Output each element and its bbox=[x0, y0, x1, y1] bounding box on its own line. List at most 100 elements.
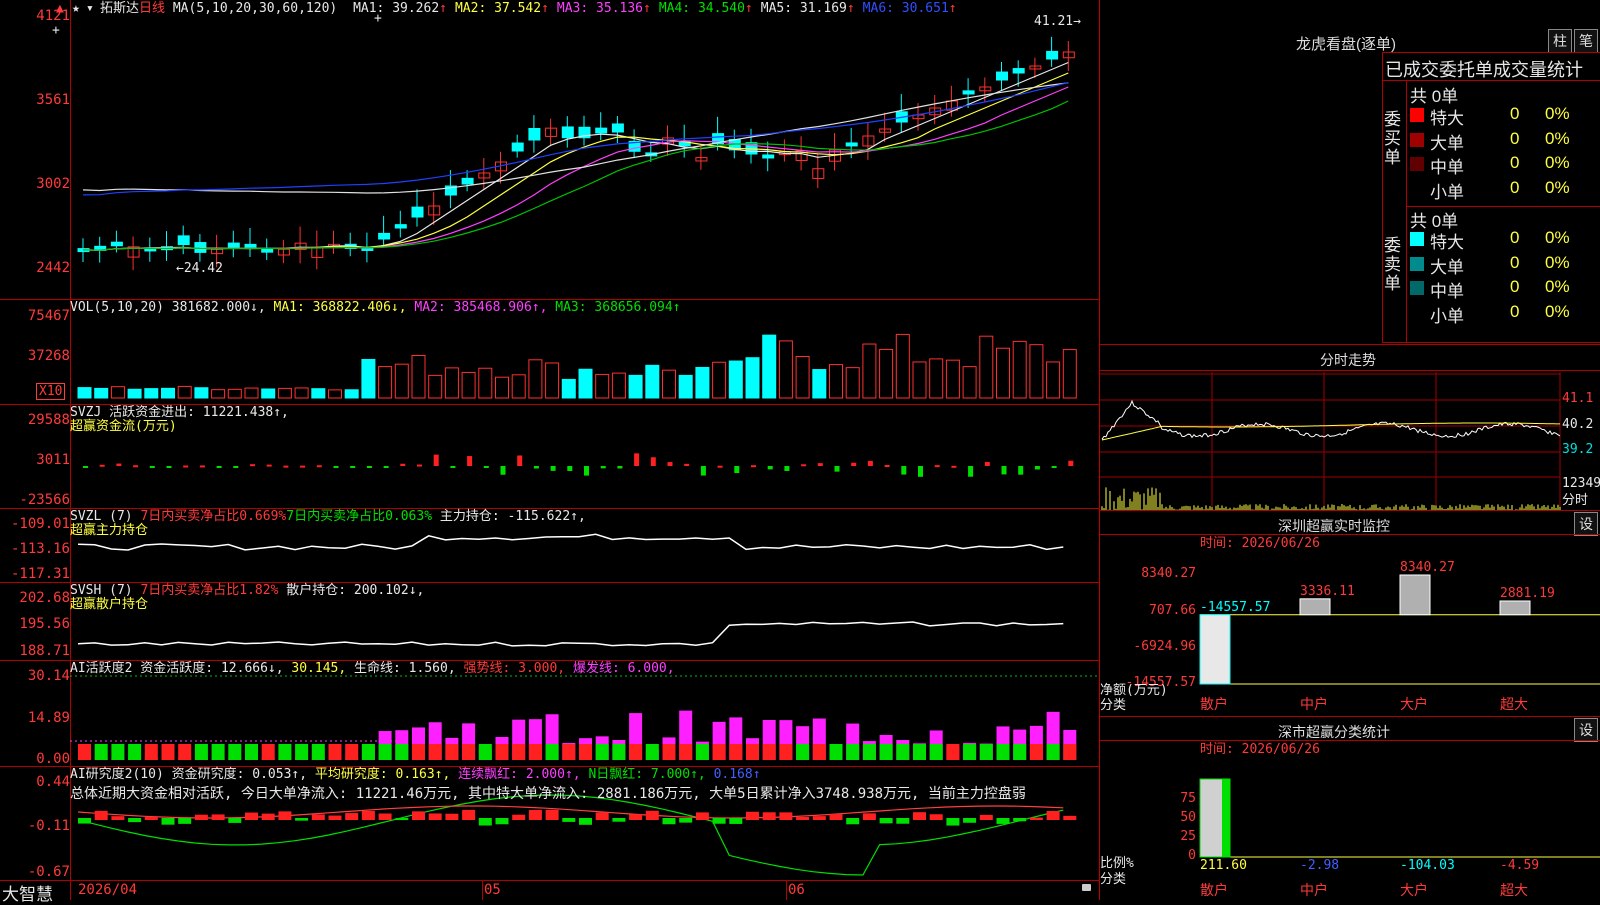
activity-base bbox=[946, 744, 960, 760]
volume-bar bbox=[528, 359, 543, 399]
volume-bar bbox=[895, 333, 910, 399]
flow-bar bbox=[417, 464, 422, 467]
research-bar bbox=[629, 814, 643, 820]
volume-bar bbox=[244, 387, 259, 399]
flow-bar bbox=[333, 466, 339, 468]
activity-base bbox=[245, 744, 258, 760]
flow-bar bbox=[650, 457, 656, 466]
candle-body bbox=[110, 241, 123, 247]
research-bar bbox=[996, 818, 1010, 824]
classify-bar-accent bbox=[1222, 779, 1230, 857]
lock-icon[interactable] bbox=[1082, 884, 1091, 891]
classify-category: 超大 bbox=[1500, 883, 1528, 899]
volume-bar bbox=[929, 358, 944, 399]
svsh-sub: 超赢散户持仓 bbox=[70, 597, 149, 612]
ai2-v3: 连续飘红: 2.000↑, bbox=[458, 767, 581, 782]
ai1-v3: 生命线: 1.560, bbox=[354, 661, 456, 676]
flow-bar bbox=[400, 463, 406, 466]
research-line bbox=[77, 794, 1064, 876]
ai2-axis-label: -0.11 bbox=[27, 818, 70, 834]
date-start: 2026/04 bbox=[78, 882, 138, 898]
research-bar bbox=[879, 818, 893, 824]
flow-bar bbox=[767, 466, 773, 470]
classify-category: 中户 bbox=[1300, 883, 1328, 899]
svzl-axis-label: -117.31 bbox=[10, 566, 70, 582]
flow-bar bbox=[483, 466, 489, 468]
ai1-v2: 30.145, bbox=[291, 661, 347, 676]
brand-logo[interactable]: 大智慧 bbox=[2, 880, 53, 905]
flow-bar bbox=[216, 466, 222, 468]
flow-bar bbox=[166, 466, 172, 468]
volume-bar bbox=[862, 343, 877, 399]
research-bar bbox=[762, 812, 776, 820]
star-icon[interactable]: ★ bbox=[72, 2, 80, 16]
ai1-axis-label: 14.89 bbox=[27, 710, 70, 726]
flow-bar bbox=[584, 466, 589, 476]
activity-base bbox=[328, 744, 342, 760]
research-bar bbox=[946, 818, 960, 826]
activity-base bbox=[478, 744, 492, 760]
flow-bar bbox=[250, 464, 255, 467]
volume-bar bbox=[1046, 361, 1061, 399]
activity-base bbox=[712, 744, 726, 760]
chart-area[interactable]: ▲ ★ ▾ 拓斯达日线 MA(5,10,20,30,60,120) MA1: 3… bbox=[0, 0, 1100, 904]
flow-bar bbox=[867, 460, 873, 466]
activity-base bbox=[562, 744, 576, 760]
research-bar bbox=[328, 815, 342, 820]
volume-bar bbox=[695, 366, 710, 399]
flow-bar bbox=[500, 466, 506, 475]
svzl-t3: 主力持仓: -115.622↑, bbox=[439, 509, 586, 524]
research-bar bbox=[595, 812, 609, 820]
flow-bar bbox=[316, 465, 322, 468]
research-bar bbox=[94, 810, 108, 820]
flow-bar bbox=[266, 464, 272, 467]
ai1-v5: 爆发线: 6.000, bbox=[572, 661, 675, 676]
activity-base bbox=[829, 744, 843, 760]
activity-base bbox=[963, 744, 977, 760]
volume-bar bbox=[912, 361, 927, 399]
activity-base bbox=[178, 744, 192, 760]
candle-body bbox=[244, 243, 257, 248]
vol-unit-badge[interactable]: X10 bbox=[36, 383, 66, 400]
volume-bar bbox=[879, 348, 894, 399]
volume-bar bbox=[1062, 349, 1077, 399]
vol-axis-label: 75467 bbox=[27, 308, 70, 324]
flow-bar bbox=[834, 466, 840, 472]
period-label[interactable]: 日线 bbox=[139, 1, 165, 16]
activity-base bbox=[78, 744, 91, 760]
research-bar bbox=[746, 811, 759, 820]
research-bar bbox=[963, 818, 977, 823]
flow-bar bbox=[617, 466, 623, 469]
volume-bar bbox=[561, 378, 576, 399]
high-marker: 41.21→ bbox=[1034, 14, 1081, 29]
flow-bar bbox=[751, 465, 756, 468]
flow-bar bbox=[984, 461, 990, 466]
research-bar bbox=[562, 818, 576, 822]
flow-bar bbox=[1051, 466, 1057, 468]
ai2-v5: 0.168↑ bbox=[713, 767, 761, 782]
research-bar bbox=[712, 818, 726, 824]
svzj-axis-label: 3011 bbox=[36, 452, 70, 468]
flow-bar bbox=[467, 456, 473, 466]
research-bar bbox=[128, 818, 142, 823]
flow-bar bbox=[734, 466, 740, 474]
research-bar bbox=[111, 816, 125, 820]
research-bar bbox=[1046, 810, 1060, 820]
volume-bar bbox=[478, 367, 493, 399]
svsh-axis-label: 188.71 bbox=[19, 643, 70, 659]
research-bar bbox=[428, 813, 442, 820]
volume-bar bbox=[678, 374, 693, 399]
activity-base bbox=[1046, 744, 1060, 760]
activity-base bbox=[996, 744, 1010, 760]
volume-bar bbox=[161, 387, 175, 399]
flow-bar bbox=[450, 466, 456, 468]
price-axis-label: 3002 bbox=[36, 176, 70, 192]
vol-ma2: MA2: 385468.906↑, bbox=[414, 300, 548, 315]
activity-base bbox=[545, 744, 559, 760]
svsh-line bbox=[77, 621, 1064, 647]
classify-category: 大户 bbox=[1400, 883, 1428, 899]
research-bar bbox=[361, 810, 375, 820]
volume-bar bbox=[645, 364, 660, 399]
flow-bar bbox=[350, 466, 356, 468]
flow-bar bbox=[83, 466, 88, 468]
